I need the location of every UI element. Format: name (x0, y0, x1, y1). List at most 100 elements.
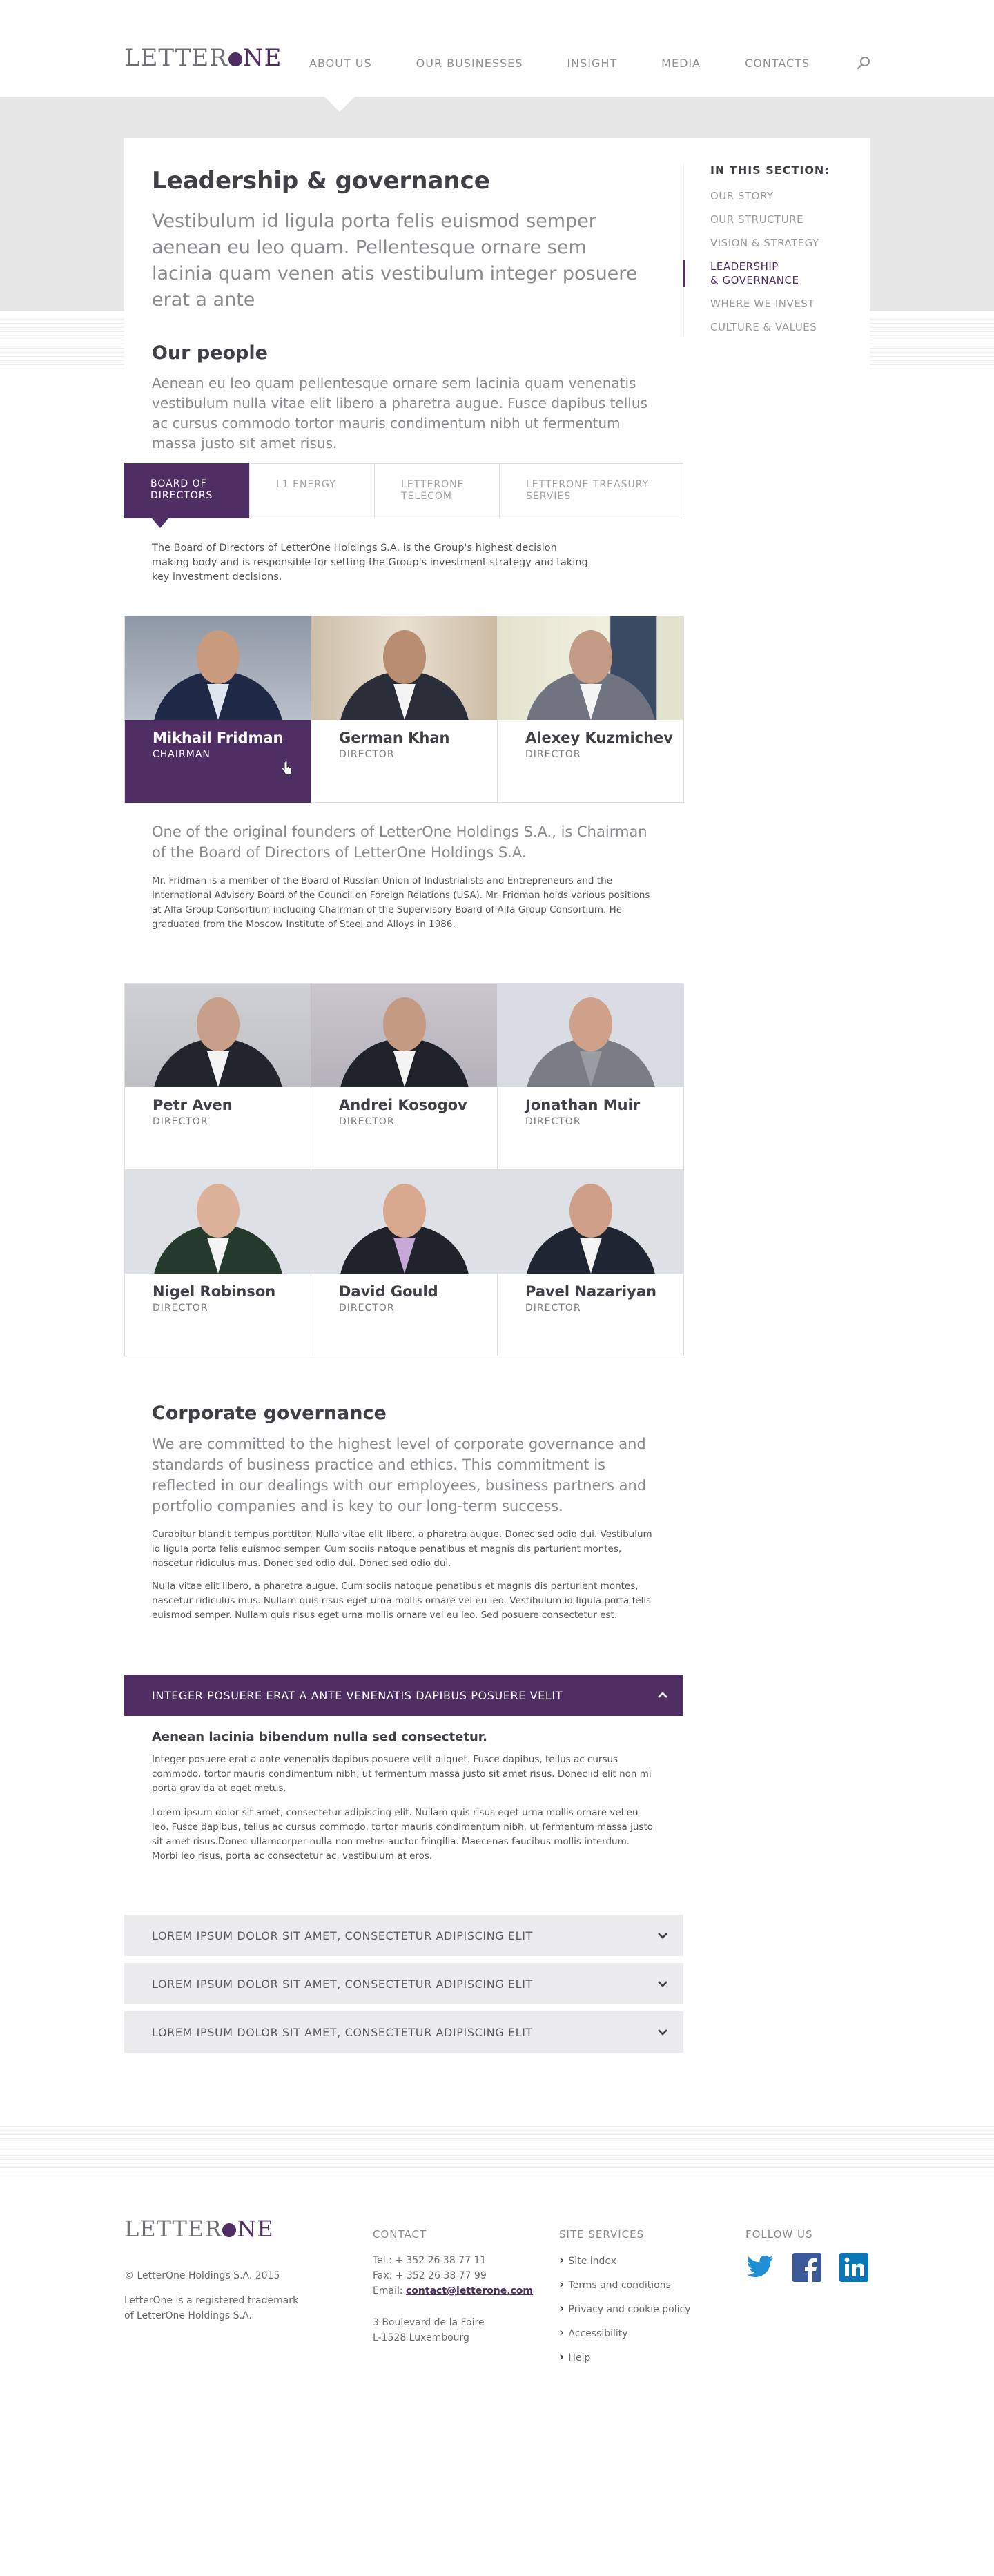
sidebar-item-where-we-invest[interactable]: WHERE WE INVEST (710, 297, 842, 311)
tab-l1-energy[interactable]: L1 ENERGY (250, 464, 375, 518)
chevron-up-icon (658, 1692, 667, 1698)
contact-email-label: Email: (373, 2285, 403, 2296)
link-terms[interactable]: Terms and conditions (559, 2277, 690, 2293)
nav-insight[interactable]: INSIGHT (567, 57, 617, 70)
logo-mark-icon (228, 52, 242, 66)
site-footer: LETTER NE © LetterOne Holdings S.A. 2015 … (0, 2180, 994, 2576)
tab-letterone-telecom[interactable]: LETTERONE TELECOM (375, 464, 500, 518)
corporate-governance-section: Corporate governance We are committed to… (152, 1403, 656, 1631)
person-card-jonathan-muir[interactable]: Jonathan Muir DIRECTOR (498, 984, 684, 1170)
accordion-body-text: Integer posuere erat a ante venenatis da… (152, 1754, 652, 1794)
nav-about-us[interactable]: ABOUT US (309, 57, 372, 70)
site-logo[interactable]: LETTER NE (124, 44, 282, 72)
person-name: Mikhail Fridman (153, 730, 284, 746)
person-photo (311, 984, 497, 1087)
accordion-header-closed[interactable]: LOREM IPSUM DOLOR SIT AMET, CONSECTETUR … (124, 1915, 683, 1956)
person-role: DIRECTOR (153, 1302, 208, 1314)
person-info: Alexey Kuzmichev DIRECTOR (498, 720, 683, 803)
person-photo (311, 1170, 497, 1274)
person-card-nigel-robinson[interactable]: Nigel Robinson DIRECTOR (125, 1170, 311, 1356)
accordion-body: Aenean lacinia bibendum nulla sed consec… (152, 1730, 656, 1873)
person-role: DIRECTOR (525, 749, 581, 760)
corporate-heading: Corporate governance (152, 1403, 387, 1424)
linkedin-icon[interactable] (839, 2253, 868, 2282)
person-name: Andrei Kosogov (339, 1097, 467, 1113)
sidebar-title: IN THIS SECTION: (710, 164, 830, 177)
footer-follow: FOLLOW US (746, 2228, 886, 2282)
person-name: Nigel Robinson (153, 1283, 276, 1300)
link-help[interactable]: Help (559, 2350, 690, 2365)
person-card-andrei-kosogov[interactable]: Andrei Kosogov DIRECTOR (311, 984, 498, 1170)
accordion-header-open[interactable]: INTEGER POSUERE ERAT A ANTE VENENATIS DA… (124, 1675, 683, 1716)
corporate-lead: We are committed to the highest level of… (152, 1436, 647, 1514)
person-name: David Gould (339, 1283, 438, 1300)
link-privacy[interactable]: Privacy and cookie policy (559, 2301, 690, 2317)
bio-lead: One of the original founders of LetterOn… (152, 823, 647, 861)
sidebar-item-our-structure[interactable]: OUR STRUCTURE (710, 213, 842, 226)
person-info: David Gould DIRECTOR (311, 1274, 497, 1356)
person-card-mikhail-fridman[interactable]: Mikhail Fridman CHAIRMAN (125, 616, 311, 803)
person-role: DIRECTOR (339, 1302, 395, 1314)
services-title: SITE SERVICES (559, 2228, 645, 2241)
person-card-petr-aven[interactable]: Petr Aven DIRECTOR (125, 984, 311, 1170)
trademark-notice: LetterOne is a registered trademark of L… (124, 2295, 299, 2321)
contact-email-row: Email: contact@letterone.com (373, 2283, 533, 2299)
address-line: 3 Boulevard de la Foire (373, 2317, 485, 2328)
person-photo (125, 984, 311, 1087)
person-card-german-khan[interactable]: German Khan DIRECTOR (311, 616, 498, 803)
chevron-down-icon (658, 1933, 667, 1939)
link-accessibility[interactable]: Accessibility (559, 2325, 690, 2341)
people-grid-top: Mikhail Fridman CHAIRMAN German Khan DIR… (124, 616, 684, 803)
accordion-header-closed[interactable]: LOREM IPSUM DOLOR SIT AMET, CONSECTETUR … (124, 2011, 683, 2053)
corporate-text: Nulla vitae elit libero, a pharetra augu… (152, 1581, 652, 1621)
person-name: Alexey Kuzmichev (525, 730, 673, 746)
sidebar-item-culture-values[interactable]: CULTURE & VALUES (710, 320, 842, 334)
person-photo (498, 1170, 683, 1274)
person-info: Andrei Kosogov DIRECTOR (311, 1087, 497, 1170)
accordion-title: LOREM IPSUM DOLOR SIT AMET, CONSECTETUR … (152, 2025, 533, 2039)
content-card: Leadership & governance Vestibulum id li… (124, 138, 870, 2085)
tab-letterone-treasury[interactable]: LETTERONE TREASURY SERVIES (500, 464, 683, 518)
tab-board-of-directors[interactable]: BOARD OF DIRECTORS (124, 463, 250, 528)
nav-contacts[interactable]: CONTACTS (745, 57, 810, 70)
board-tabs: BOARD OF DIRECTORS L1 ENERGY LETTERONE T… (124, 463, 683, 528)
twitter-icon[interactable] (746, 2253, 774, 2282)
person-card-alexey-kuzmichev[interactable]: Alexey Kuzmichev DIRECTOR (498, 616, 684, 803)
page-title: Leadership & governance (152, 167, 490, 195)
footer-logo[interactable]: LETTER NE (124, 2216, 274, 2242)
bio-text: Mr. Fridman is a member of the Board of … (152, 875, 650, 930)
person-bio: One of the original founders of LetterOn… (152, 821, 656, 932)
accordion-header-closed[interactable]: LOREM IPSUM DOLOR SIT AMET, CONSECTETUR … (124, 1963, 683, 2004)
sidebar-item-leadership-governance[interactable]: LEADERSHIP & GOVERNANCE (683, 260, 842, 287)
person-role: DIRECTOR (153, 1116, 208, 1127)
sidebar-item-vision-strategy[interactable]: VISION & STRATEGY (710, 236, 842, 250)
chevron-down-icon (658, 1981, 667, 1987)
person-role: DIRECTOR (525, 1302, 581, 1314)
accordion-title: LOREM IPSUM DOLOR SIT AMET, CONSECTETUR … (152, 1929, 533, 1942)
people-grid-bottom: Petr Aven DIRECTOR Andrei Kosogov DIRECT… (124, 983, 684, 1356)
sidebar-item-our-story[interactable]: OUR STORY (710, 189, 842, 203)
person-info: Nigel Robinson DIRECTOR (125, 1274, 311, 1356)
page-lead: Vestibulum id ligula porta felis euismod… (152, 211, 638, 311)
accordion-title: INTEGER POSUERE ERAT A ANTE VENENATIS DA… (152, 1688, 563, 1702)
person-role: CHAIRMAN (153, 749, 211, 760)
person-card-david-gould[interactable]: David Gould DIRECTOR (311, 1170, 498, 1356)
person-info: Petr Aven DIRECTOR (125, 1087, 311, 1170)
person-photo (498, 616, 683, 720)
link-site-index[interactable]: Site index (559, 2253, 690, 2269)
search-icon[interactable] (856, 55, 871, 70)
nav-media[interactable]: MEDIA (661, 57, 701, 70)
logo-mark-icon (222, 2223, 237, 2237)
nav-our-businesses[interactable]: OUR BUSINESSES (416, 57, 523, 70)
person-role: DIRECTOR (339, 749, 395, 760)
chevron-down-icon (658, 2029, 667, 2036)
nav-active-caret-icon (324, 97, 355, 112)
footer-contact: CONTACT Tel.: + 352 26 38 77 11 Fax: + 3… (373, 2228, 533, 2345)
facebook-icon[interactable] (792, 2253, 821, 2282)
accordion-body-text: Lorem ipsum dolor sit amet, consectetur … (152, 1807, 654, 1862)
person-role: DIRECTOR (525, 1116, 581, 1127)
copyright: © LetterOne Holdings S.A. 2015 (124, 2270, 280, 2281)
hand-cursor-icon (281, 761, 292, 775)
contact-email-link[interactable]: contact@letterone.com (406, 2285, 533, 2296)
person-card-pavel-nazariyan[interactable]: Pavel Nazariyan DIRECTOR (498, 1170, 684, 1356)
